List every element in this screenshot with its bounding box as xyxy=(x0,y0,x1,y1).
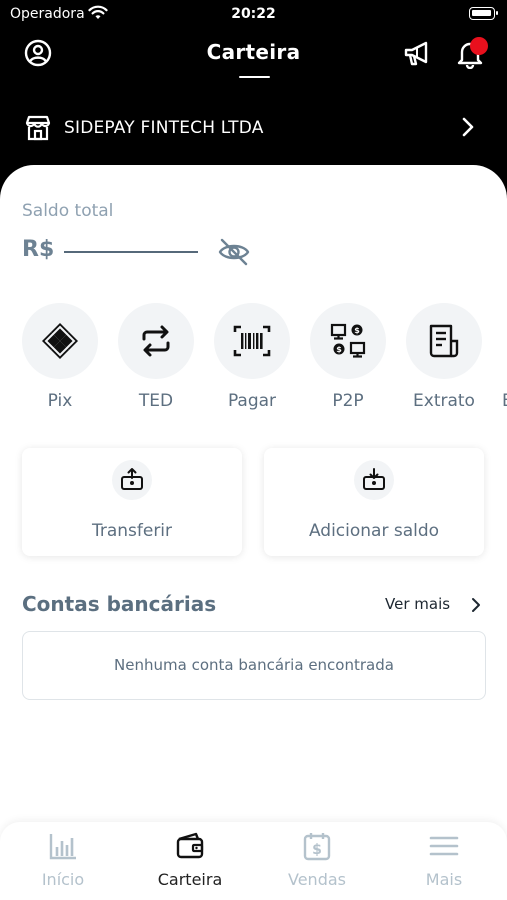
action-ted-circle xyxy=(118,303,194,379)
store-icon xyxy=(25,115,51,141)
nav-item-carteira[interactable]: Carteira xyxy=(127,822,253,900)
p2p-icon: $ $ xyxy=(330,323,366,358)
megaphone-icon[interactable] xyxy=(402,39,432,69)
barcode-icon xyxy=(233,325,271,357)
chevron-right-icon[interactable] xyxy=(470,597,482,613)
wallet-content: Saldo total R$ Pix TED Pagar $ $ P2P Ext… xyxy=(0,165,507,900)
status-bar: Operadora 20:22 xyxy=(0,0,507,28)
action-label: Pix xyxy=(47,391,73,411)
bank-accounts-empty-state: Nenhuma conta bancária encontrada xyxy=(22,631,486,700)
bottom-nav: Início Carteira $ Vendas Mais xyxy=(0,822,507,900)
svg-text:$: $ xyxy=(336,345,342,354)
add-balance-button[interactable]: Adicionar saldo xyxy=(264,448,484,556)
action-label: Extrato xyxy=(413,391,475,411)
svg-text:$: $ xyxy=(312,842,322,858)
svg-text:$: $ xyxy=(354,326,360,335)
transfer-icon-circle xyxy=(112,460,152,500)
title-underline xyxy=(239,76,270,78)
action-p2p-circle: $ $ xyxy=(310,303,386,379)
chart-icon xyxy=(49,834,76,860)
balance-hidden-mask xyxy=(64,251,198,253)
pix-icon xyxy=(42,323,78,359)
wallet-icon xyxy=(176,832,204,859)
see-more-link[interactable]: Ver mais xyxy=(385,595,450,613)
action-p2p[interactable]: $ $ P2P xyxy=(308,303,388,421)
app-header: Carteira xyxy=(0,28,507,88)
calendar-dollar-icon: $ xyxy=(303,833,331,861)
nav-label: Mais xyxy=(425,870,463,889)
action-label: P2P xyxy=(332,391,364,411)
action-extrato[interactable]: Extrato xyxy=(404,303,484,421)
transfer-label: Transferir xyxy=(91,521,173,541)
add-balance-label: Adicionar saldo xyxy=(308,521,440,541)
action-pagar[interactable]: Pagar xyxy=(212,303,292,421)
quick-actions: Pix TED Pagar $ $ P2P Extrato xyxy=(0,303,507,421)
bank-accounts-title: Contas bancárias xyxy=(22,592,217,616)
nav-label: Vendas xyxy=(288,870,346,889)
nav-item-vendas[interactable]: $ Vendas xyxy=(254,822,380,900)
action-pix-circle xyxy=(22,303,98,379)
nav-label: Carteira xyxy=(157,870,223,889)
action-pix[interactable]: Pix xyxy=(20,303,100,421)
merchant-name: SIDEPAY FINTECH LTDA xyxy=(64,118,264,138)
balance-label: Saldo total xyxy=(22,201,114,221)
eye-off-icon[interactable] xyxy=(217,235,251,269)
menu-icon xyxy=(429,836,459,856)
receipt-icon xyxy=(429,324,459,358)
battery-icon xyxy=(469,7,498,20)
add-balance-icon-circle xyxy=(354,460,394,500)
balance-currency: R$ xyxy=(22,237,55,262)
notification-badge xyxy=(470,37,488,55)
action-next-peek: E xyxy=(500,303,507,421)
transfer-button[interactable]: Transferir xyxy=(22,448,242,556)
nav-label: Início xyxy=(41,870,85,889)
nav-item-inicio[interactable]: Início xyxy=(0,822,126,900)
money-in-icon xyxy=(363,468,385,490)
money-out-icon xyxy=(121,468,143,490)
action-ted[interactable]: TED xyxy=(116,303,196,421)
action-label: TED xyxy=(138,391,174,411)
action-extrato-circle xyxy=(406,303,482,379)
balance-row: R$ xyxy=(22,235,282,269)
nav-item-mais[interactable]: Mais xyxy=(381,822,507,900)
chevron-right-icon xyxy=(462,117,474,137)
action-pagar-circle xyxy=(214,303,290,379)
merchant-selector[interactable]: SIDEPAY FINTECH LTDA xyxy=(0,108,507,148)
clock: 20:22 xyxy=(231,6,276,22)
empty-message: Nenhuma conta bancária encontrada xyxy=(114,656,394,674)
action-label: Pagar xyxy=(227,391,277,411)
action-peek-label: E xyxy=(502,391,507,411)
notifications-button[interactable] xyxy=(454,37,488,70)
transfer-arrows-icon xyxy=(142,325,170,357)
